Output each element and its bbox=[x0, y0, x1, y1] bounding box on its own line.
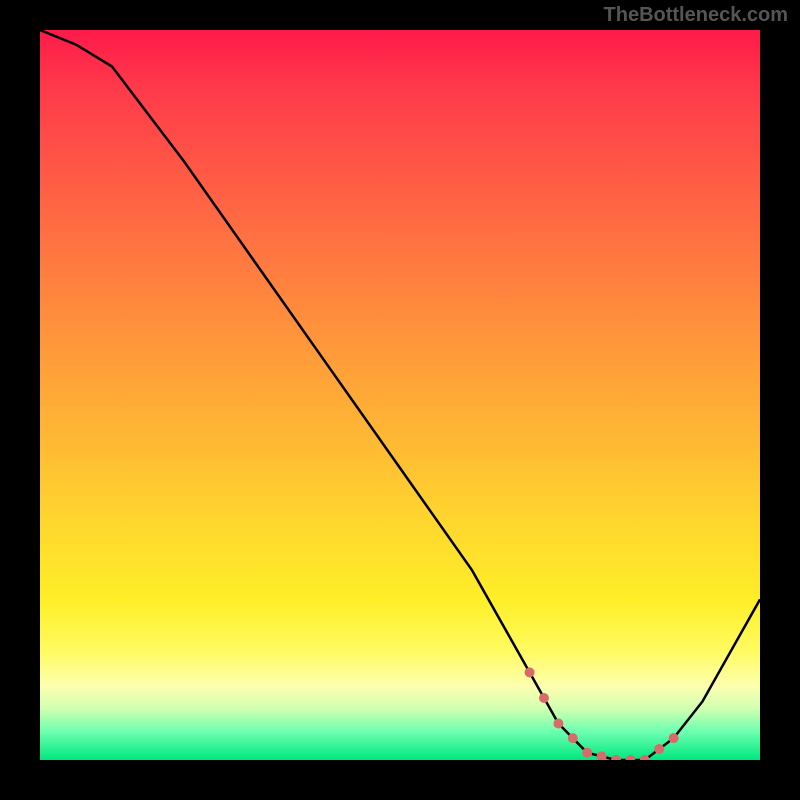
frame-bottom bbox=[0, 760, 800, 800]
highlight-dot bbox=[611, 755, 621, 760]
highlight-dot bbox=[640, 755, 650, 760]
plot-area bbox=[40, 30, 760, 760]
highlight-dot bbox=[625, 755, 635, 760]
highlight-dot bbox=[597, 751, 607, 760]
frame-right bbox=[760, 0, 800, 800]
highlight-dot bbox=[654, 744, 664, 754]
highlight-dot bbox=[525, 667, 535, 677]
watermark-text: TheBottleneck.com bbox=[604, 4, 788, 27]
frame-left bbox=[0, 0, 40, 800]
chart-svg bbox=[40, 30, 760, 760]
highlight-dot bbox=[582, 748, 592, 758]
highlight-dots bbox=[525, 667, 679, 760]
bottleneck-curve-line bbox=[40, 30, 760, 760]
highlight-dot bbox=[539, 693, 549, 703]
highlight-dot bbox=[669, 733, 679, 743]
highlight-dot bbox=[568, 733, 578, 743]
highlight-dot bbox=[553, 719, 563, 729]
